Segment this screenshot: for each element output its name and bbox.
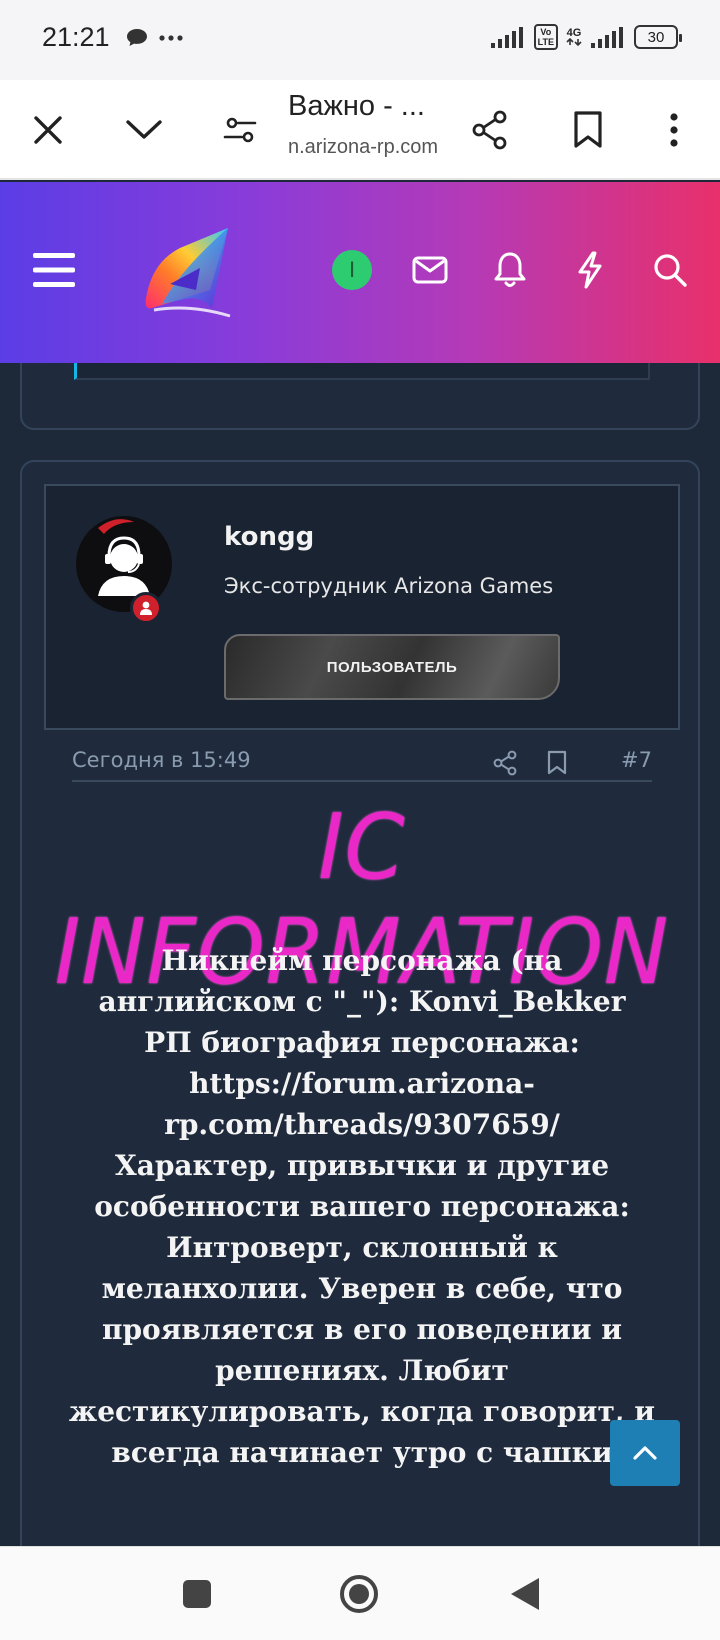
- post-body-line: меланхолии. Уверен в себе, что: [101, 1272, 623, 1305]
- post-share-icon[interactable]: [490, 748, 520, 778]
- back-button[interactable]: [500, 1569, 550, 1619]
- post-body-line[interactable]: https://forum.arizona-: [42, 1063, 682, 1104]
- search-icon[interactable]: [640, 240, 700, 300]
- post-body-line: Никнейм персонажа (на: [161, 944, 563, 977]
- post-bookmark-icon[interactable]: [542, 748, 572, 778]
- post-body-line: Характер, привычки и другие: [114, 1149, 610, 1182]
- bell-icon[interactable]: [480, 240, 540, 300]
- post-body-line: всегда начинает утро с чашки: [111, 1436, 613, 1469]
- status-bar: 21:21 Vo LTE 4G 30: [0, 0, 720, 80]
- volte-icon: Vo LTE: [533, 24, 558, 50]
- username[interactable]: kongg: [224, 522, 314, 552]
- post-body-line[interactable]: rp.com/threads/9307659/: [42, 1104, 682, 1145]
- site-header: I: [0, 182, 720, 363]
- post-body-line: проявляется в его поведении и: [101, 1313, 623, 1346]
- chevron-down-icon[interactable]: [116, 102, 172, 158]
- more-notifications-icon: [159, 35, 183, 41]
- online-status-avatar[interactable]: I: [322, 240, 382, 300]
- site-logo[interactable]: [140, 224, 236, 320]
- page-title[interactable]: Важно - ...: [288, 90, 425, 123]
- post-body-line: английском с "_"): Konvi_Bekker: [98, 985, 626, 1018]
- post-date[interactable]: Сегодня в 15:49: [72, 748, 251, 772]
- menu-icon[interactable]: [24, 240, 84, 300]
- system-navigation-bar: [0, 1546, 720, 1640]
- recent-apps-button[interactable]: [172, 1569, 222, 1619]
- tune-icon[interactable]: [212, 102, 268, 158]
- chat-bubble-icon: [127, 29, 147, 46]
- user-title: Экс-сотрудник Arizona Games: [224, 574, 554, 598]
- chevron-up-icon: [633, 1446, 657, 1460]
- post-body-line: Интроверт, склонный к: [166, 1231, 558, 1264]
- post-body-line: жестикулировать, когда говорит, и: [68, 1395, 656, 1428]
- share-icon[interactable]: [462, 102, 518, 158]
- close-icon[interactable]: [20, 102, 76, 158]
- post-body: Никнейм персонажа (на английском с "_"): …: [42, 940, 682, 1473]
- battery-icon: 30: [634, 25, 682, 49]
- scroll-to-top-button[interactable]: [610, 1420, 680, 1486]
- post-body-line: решениях. Любит: [215, 1354, 509, 1387]
- signal-icon-2: [591, 27, 623, 48]
- browser-toolbar: Важно - ... n.arizona-rp.com: [0, 80, 720, 180]
- forum-post: kongg Экс-сотрудник Arizona Games ПОЛЬЗО…: [20, 460, 700, 1560]
- lightning-icon[interactable]: [560, 240, 620, 300]
- post-meta: Сегодня в 15:49 #7: [72, 748, 652, 782]
- user-role-banner: ПОЛЬЗОВАТЕЛЬ: [224, 634, 560, 700]
- home-button[interactable]: [334, 1569, 384, 1619]
- network-4g: 4G: [566, 28, 582, 46]
- post-number[interactable]: #7: [621, 748, 652, 772]
- signal-icon: [490, 27, 523, 48]
- post-body-line: особенности вашего персонажа:: [94, 1190, 630, 1223]
- page-url[interactable]: n.arizona-rp.com: [288, 136, 438, 159]
- bookmark-icon[interactable]: [560, 102, 616, 158]
- user-badge-icon: [130, 592, 162, 624]
- mail-icon[interactable]: [400, 240, 460, 300]
- post-body-line: РП биография персонажа:: [144, 1026, 580, 1059]
- status-time: 21:21: [42, 22, 110, 52]
- more-icon[interactable]: [646, 102, 702, 158]
- user-card: kongg Экс-сотрудник Arizona Games ПОЛЬЗО…: [44, 484, 680, 730]
